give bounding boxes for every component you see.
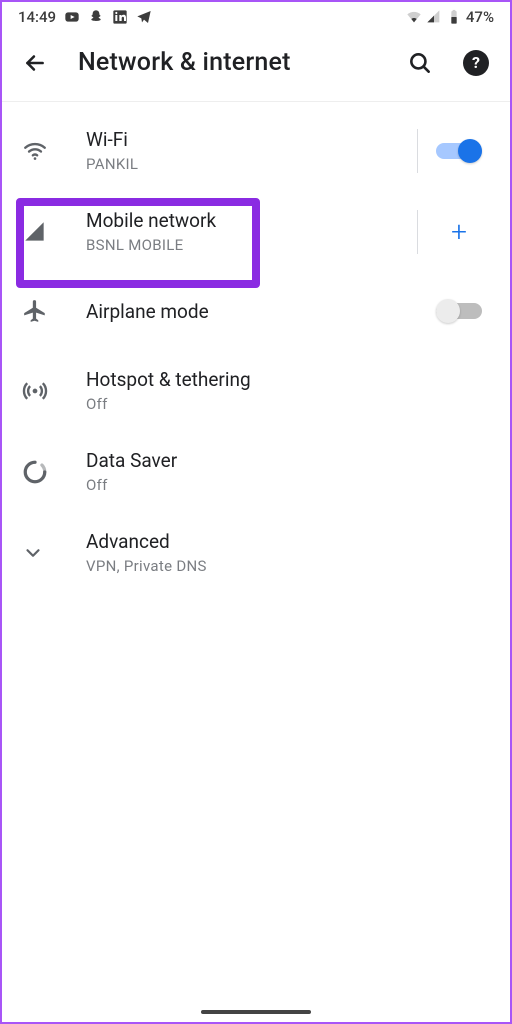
- status-time: 14:49: [18, 8, 56, 26]
- advanced-label: Advanced: [86, 530, 424, 553]
- wifi-toggle[interactable]: [436, 139, 482, 163]
- wifi-row[interactable]: Wi-Fi PANKIL: [2, 110, 510, 191]
- hotspot-row[interactable]: Hotspot & tethering Off: [2, 350, 510, 431]
- app-bar: Network & internet ?: [2, 28, 510, 102]
- status-left: 14:49: [18, 8, 152, 26]
- airplane-mode-label: Airplane mode: [86, 300, 424, 323]
- search-button[interactable]: [406, 49, 434, 77]
- mobile-network-icon: [22, 219, 66, 245]
- airplane-icon: [22, 298, 66, 324]
- wifi-signal-icon: [406, 9, 422, 25]
- status-right: 47%: [406, 8, 494, 26]
- telegram-icon: [136, 9, 152, 25]
- help-icon: ?: [463, 50, 489, 76]
- hotspot-label: Hotspot & tethering: [86, 368, 424, 391]
- nav-indicator: [201, 1010, 311, 1014]
- data-saver-label: Data Saver: [86, 449, 424, 472]
- hotspot-icon: [22, 378, 66, 404]
- cell-signal-icon: [426, 9, 442, 25]
- mobile-network-row[interactable]: Mobile network BSNL MOBILE +: [2, 191, 510, 272]
- hotspot-sublabel: Off: [86, 395, 424, 413]
- divider: [417, 210, 418, 254]
- data-saver-icon: [22, 459, 66, 485]
- back-button[interactable]: [22, 49, 50, 77]
- snapchat-icon: [88, 9, 104, 25]
- wifi-icon: [22, 138, 66, 164]
- chevron-down-icon: [22, 542, 66, 564]
- wifi-sublabel: PANKIL: [86, 155, 417, 173]
- battery-icon: [446, 9, 462, 25]
- divider: [417, 129, 418, 173]
- airplane-mode-row[interactable]: Airplane mode: [2, 272, 510, 350]
- add-sim-button[interactable]: +: [451, 218, 467, 246]
- mobile-network-sublabel: BSNL MOBILE: [86, 236, 417, 254]
- page-title: Network & internet: [78, 48, 378, 77]
- settings-list: Wi-Fi PANKIL Mobile network BSNL MOBILE …: [2, 102, 510, 593]
- wifi-label: Wi-Fi: [86, 128, 417, 151]
- advanced-sublabel: VPN, Private DNS: [86, 557, 424, 575]
- status-bar: 14:49 47%: [2, 2, 510, 28]
- airplane-mode-toggle[interactable]: [436, 299, 482, 323]
- data-saver-sublabel: Off: [86, 476, 424, 494]
- mobile-network-label: Mobile network: [86, 209, 417, 232]
- advanced-row[interactable]: Advanced VPN, Private DNS: [2, 512, 510, 593]
- data-saver-row[interactable]: Data Saver Off: [2, 431, 510, 512]
- help-button[interactable]: ?: [462, 49, 490, 77]
- linkedin-icon: [112, 9, 128, 25]
- youtube-icon: [64, 9, 80, 25]
- status-battery-pct: 47%: [466, 8, 494, 26]
